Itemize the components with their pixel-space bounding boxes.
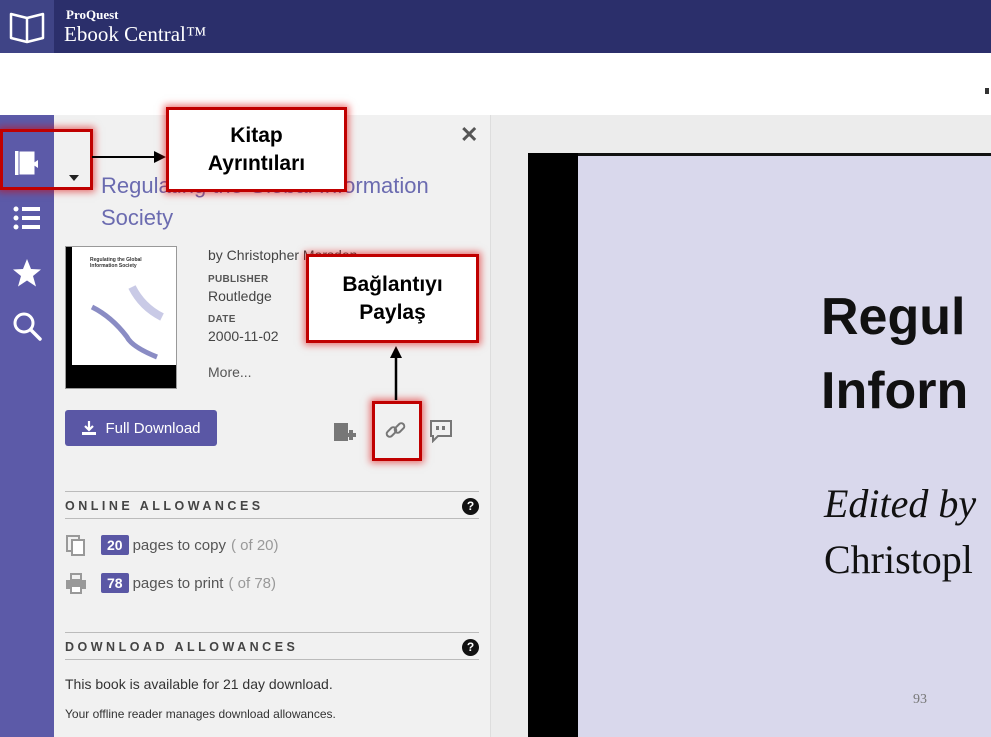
cite-button[interactable]: [429, 419, 453, 448]
brand-ebook-central: Ebook Central™: [64, 22, 207, 46]
online-allowances-title: ONLINE ALLOWANCES: [65, 499, 264, 513]
page-title-line2: Inforn: [821, 362, 969, 420]
open-book-icon: [9, 12, 45, 44]
book-page[interactable]: Regul Inforn Edited by Christopl 93: [528, 153, 991, 737]
copy-count-badge: 20: [101, 535, 129, 555]
date-label: DATE: [208, 314, 236, 325]
page-number: 93: [913, 692, 927, 707]
divider: [65, 632, 479, 633]
download-allowances-title: DOWNLOAD ALLOWANCES: [65, 640, 299, 654]
toolbar-menu-icon[interactable]: [985, 88, 989, 94]
page-edited-by: Edited by: [824, 481, 977, 526]
page-author: Christopl: [824, 537, 973, 582]
copy-icon: [66, 535, 85, 556]
copy-total: ( of 20): [230, 536, 279, 554]
download-icon: [82, 421, 97, 435]
divider: [65, 518, 479, 519]
print-count-badge: 78: [101, 573, 129, 593]
table-of-contents-nav-button[interactable]: [0, 194, 54, 242]
book-details-highlight: [0, 129, 93, 190]
print-text: pages to print: [132, 574, 224, 592]
logo[interactable]: [0, 0, 54, 53]
divider: [65, 659, 479, 660]
page-title-line1: Regul: [821, 288, 966, 346]
share-link-callout: Bağlantıyı Paylaş: [306, 254, 479, 343]
download-info-text: This book is available for 21 day downlo…: [65, 676, 333, 692]
offline-reader-text: Your offline reader manages download all…: [65, 707, 336, 721]
publisher-value: Routledge: [208, 288, 272, 304]
divider: [65, 491, 479, 492]
favorites-nav-button[interactable]: [0, 249, 54, 297]
close-panel-button[interactable]: ✕: [460, 122, 478, 148]
copy-allowance-row: 20 pages to copy ( of 20): [65, 534, 279, 556]
brand-proquest: ProQuest: [66, 7, 119, 22]
full-download-button[interactable]: Full Download: [65, 410, 217, 446]
date-value: 2000-11-02: [208, 328, 279, 344]
book-details-callout: Kitap Ayrıntıları: [166, 107, 347, 192]
printer-icon: [66, 573, 86, 594]
add-to-bookshelf-icon: [334, 423, 356, 441]
list-icon: [13, 206, 40, 230]
print-total: ( of 78): [228, 574, 277, 592]
share-link-highlight: [372, 401, 422, 461]
book-cover-thumbnail[interactable]: Regulating the Global Information Societ…: [65, 246, 177, 389]
more-link[interactable]: More...: [208, 364, 252, 380]
download-allowances-help-icon[interactable]: ?: [462, 639, 479, 656]
publisher-label: PUBLISHER: [208, 274, 269, 285]
star-icon: [13, 259, 41, 287]
search-icon: [13, 312, 42, 341]
print-allowance-row: 78 pages to print ( of 78): [65, 572, 276, 594]
quote-bubble-icon: [430, 420, 452, 444]
toolbar: [0, 53, 991, 116]
search-nav-button[interactable]: [0, 302, 54, 350]
full-download-label: Full Download: [105, 419, 201, 437]
copy-text: pages to copy: [132, 536, 226, 554]
add-to-bookshelf-button[interactable]: [332, 421, 356, 450]
online-allowances-help-icon[interactable]: ?: [462, 498, 479, 515]
